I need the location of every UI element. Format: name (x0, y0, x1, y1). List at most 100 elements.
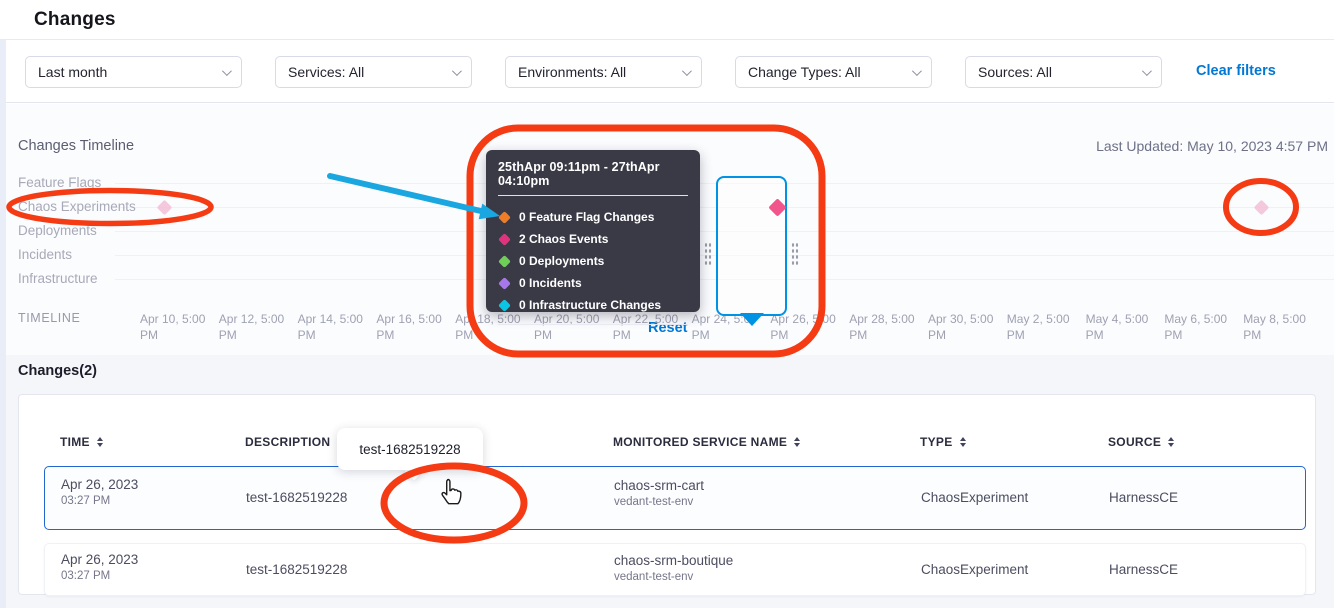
tick-date: Apr 14, 5:00 (298, 311, 374, 327)
tick-meridiem: PM (1007, 327, 1083, 343)
chevron-down-icon (682, 66, 692, 76)
tick-date: Apr 30, 5:00 (928, 311, 1004, 327)
sort-down-arrow (794, 443, 800, 447)
column-header-label: DESCRIPTION (245, 435, 330, 449)
change-types-dropdown[interactable]: Change Types: All (735, 56, 932, 88)
top-bar: Changes (0, 0, 1334, 40)
tick-meridiem: PM (376, 327, 452, 343)
column-header-label: TYPE (920, 435, 953, 449)
tick-meridiem: PM (1086, 327, 1162, 343)
brush-pointer-icon (740, 313, 764, 326)
tick-meridiem: PM (1243, 327, 1319, 343)
tooltip-legend-item: 0 Deployments (498, 250, 688, 272)
timeline-row-label: Incidents (18, 248, 72, 262)
tick-date: Apr 28, 5:00 (849, 311, 925, 327)
changes-list-section: Changes(2) TIME DESCRIPTION MONITORED SERV… (0, 355, 1334, 608)
sort-icon[interactable] (1168, 437, 1174, 447)
environments-dropdown[interactable]: Environments: All (505, 56, 702, 88)
cell-service: chaos-srm-boutiquevedant-test-env (614, 553, 733, 583)
column-header-label: MONITORED SERVICE NAME (613, 435, 787, 449)
sort-icon[interactable] (97, 437, 103, 447)
chevron-down-icon (222, 66, 232, 76)
timeline-tick: Apr 12, 5:00PM (219, 311, 295, 343)
left-edge-strip (0, 40, 6, 608)
tick-meridiem: PM (1164, 327, 1240, 343)
tick-meridiem: PM (455, 327, 531, 343)
cell-time: Apr 26, 202303:27 PM (61, 552, 138, 582)
sort-up-arrow (794, 437, 800, 441)
legend-label: 0 Infrastructure Changes (519, 298, 661, 312)
timeline-selection-brush[interactable] (716, 176, 787, 316)
sort-icon[interactable] (960, 437, 966, 447)
page-title: Changes (34, 9, 116, 31)
timeline-tick: May 8, 5:00PM (1243, 311, 1319, 343)
column-header-label: SOURCE (1108, 435, 1161, 449)
services-dropdown[interactable]: Services: All (275, 56, 472, 88)
tick-meridiem: PM (298, 327, 374, 343)
timeline-tick: Apr 26, 5:00PM (770, 311, 846, 343)
tick-meridiem: PM (692, 327, 768, 343)
chevron-down-icon (1142, 66, 1152, 76)
tooltip-range-title: 25thApr 09:11pm - 27thApr 04:10pm (486, 150, 700, 195)
legend-label: 0 Deployments (519, 254, 604, 268)
legend-diamond-icon (498, 233, 511, 246)
cell-service-env: vedant-test-env (614, 571, 733, 583)
sort-up-arrow (1168, 437, 1174, 441)
sources-dropdown[interactable]: Sources: All (965, 56, 1162, 88)
timeline-section-title: Changes Timeline (18, 138, 134, 154)
timeline-range-tooltip: 25thApr 09:11pm - 27thApr 04:10pm 0 Feat… (486, 150, 700, 312)
time-range-dropdown[interactable]: Last month (25, 56, 242, 88)
filter-bar: Last month Services: All Environments: A… (0, 41, 1334, 103)
legend-diamond-icon (498, 255, 511, 268)
services-value: Services: All (288, 64, 364, 80)
cell-service-env: vedant-test-env (614, 496, 704, 508)
column-header-description[interactable]: DESCRIPTION (245, 435, 343, 449)
brush-left-handle-icon[interactable] (704, 242, 712, 266)
cell-time: Apr 26, 202303:27 PM (61, 477, 138, 507)
tick-date: May 2, 5:00 (1007, 311, 1083, 327)
sort-down-arrow (1168, 443, 1174, 447)
chevron-down-icon (452, 66, 462, 76)
tick-date: Apr 12, 5:00 (219, 311, 295, 327)
tick-meridiem: PM (770, 327, 846, 343)
tick-meridiem: PM (219, 327, 295, 343)
timeline-axis-label: TIMELINE (18, 311, 80, 325)
chaos-event-marker-icon (156, 199, 172, 215)
timeline-tick: Apr 16, 5:00PM (376, 311, 452, 343)
tooltip-legend-item: 0 Feature Flag Changes (498, 206, 688, 228)
tooltip-legend-item: 0 Incidents (498, 272, 688, 294)
tick-date: May 4, 5:00 (1086, 311, 1162, 327)
tooltip-divider (498, 195, 688, 196)
table-row[interactable]: Apr 26, 202303:27 PM test-1682519228 chaos… (44, 466, 1306, 530)
cell-type: ChaosExperiment (921, 490, 1028, 505)
legend-label: 2 Chaos Events (519, 232, 608, 246)
cell-source: HarnessCE (1109, 490, 1178, 505)
chaos-event-marker-icon (1253, 199, 1269, 215)
cell-type: ChaosExperiment (921, 562, 1028, 577)
column-header-label: TIME (60, 435, 90, 449)
sort-icon[interactable] (794, 437, 800, 447)
timeline-tick: Apr 28, 5:00PM (849, 311, 925, 343)
changes-timeline-section: Changes Timeline Last Updated: May 10, 2… (0, 104, 1334, 355)
column-header-monitored-service-name[interactable]: MONITORED SERVICE NAME (613, 435, 800, 449)
column-header-type[interactable]: TYPE (920, 435, 966, 449)
tick-date: Apr 16, 5:00 (376, 311, 452, 327)
tooltip-legend-item: 2 Chaos Events (498, 228, 688, 250)
tick-date: Apr 10, 5:00 (140, 311, 216, 327)
column-header-time[interactable]: TIME (60, 435, 103, 449)
description-tooltip: test-1682519228 (337, 428, 483, 470)
environments-value: Environments: All (518, 64, 626, 80)
sort-up-arrow (97, 437, 103, 441)
column-header-source[interactable]: SOURCE (1108, 435, 1174, 449)
table-row[interactable]: Apr 26, 202303:27 PMtest-1682519228chaos… (44, 543, 1306, 596)
brush-right-handle-icon[interactable] (791, 242, 799, 266)
tick-meridiem: PM (928, 327, 1004, 343)
cell-service: chaos-srm-cartvedant-test-env (614, 478, 704, 508)
cell-source: HarnessCE (1109, 562, 1178, 577)
timeline-tick: Apr 14, 5:00PM (298, 311, 374, 343)
timeline-row-label: Deployments (18, 224, 97, 238)
changes-count-title: Changes(2) (18, 363, 97, 379)
cell-description: test-1682519228 (246, 490, 347, 505)
time-range-value: Last month (38, 64, 107, 80)
clear-filters-link[interactable]: Clear filters (1196, 63, 1276, 79)
